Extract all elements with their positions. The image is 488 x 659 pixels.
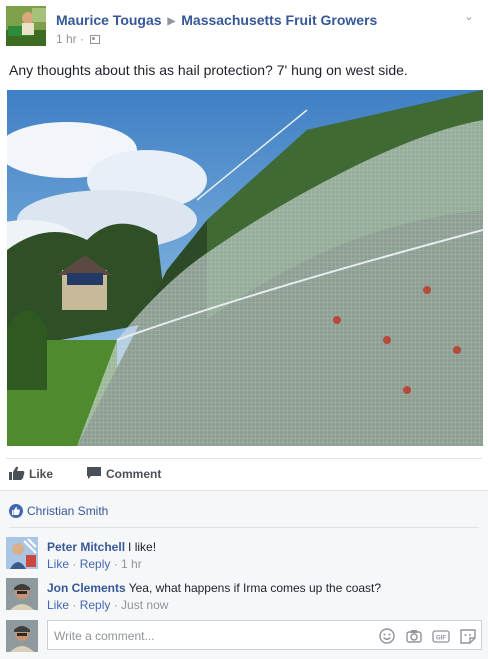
commenter-avatar[interactable]: [6, 537, 38, 569]
meta-separator: ·: [80, 32, 85, 46]
right-arrow-icon: ▶: [167, 16, 176, 27]
post-actions: Like Comment: [6, 458, 482, 488]
current-user-avatar: [6, 620, 38, 652]
comment-bubble-icon: [87, 467, 101, 479]
post-timestamp[interactable]: 1 hr: [56, 32, 77, 46]
comment-timestamp[interactable]: 1 hr: [121, 557, 142, 571]
audience-group-icon[interactable]: [90, 35, 101, 44]
comment-action-label: Comment: [106, 467, 162, 481]
comment-input-placeholder: Write a comment...: [54, 629, 155, 643]
post-meta: 1 hr ·: [56, 32, 101, 46]
comment-item: Peter Mitchell I like! Like · Reply · 1 h…: [6, 537, 482, 577]
post-author-line: Maurice Tougas ▶ Massachusetts Fruit Growe…: [56, 12, 377, 28]
post-header: Maurice Tougas ▶ Massachusetts Fruit Growe…: [6, 6, 482, 50]
post-message: Any thoughts about this as hail protecti…: [9, 62, 408, 78]
post-photo[interactable]: [7, 90, 483, 446]
comment-author-link[interactable]: Peter Mitchell: [47, 540, 125, 554]
comment-input[interactable]: Write a comment... GIF: [47, 620, 482, 650]
likes-names-link[interactable]: Christian Smith: [27, 504, 108, 518]
comment-item: Jon Clements Yea, what happens if Irma co…: [6, 578, 482, 618]
chevron-down-icon[interactable]: ⌄: [462, 10, 476, 23]
comment-author-link[interactable]: Jon Clements: [47, 581, 126, 595]
gif-icon[interactable]: GIF: [432, 627, 450, 645]
author-name-link[interactable]: Maurice Tougas: [56, 12, 162, 28]
like-action-label: Like: [29, 467, 54, 481]
comment-text: I like!: [128, 540, 157, 554]
comment-body: Jon Clements Yea, what happens if Irma co…: [47, 581, 381, 595]
comment-composer: Write a comment... GIF: [6, 620, 482, 652]
comment-body: Peter Mitchell I like!: [47, 540, 156, 554]
likes-summary: Christian Smith: [9, 502, 479, 528]
group-name-link[interactable]: Massachusetts Fruit Growers: [181, 12, 377, 28]
author-avatar[interactable]: [6, 6, 46, 46]
like-reaction-icon: [9, 504, 23, 518]
camera-icon[interactable]: [405, 627, 423, 645]
commenter-avatar[interactable]: [6, 578, 38, 610]
comment-reply-link[interactable]: Reply: [80, 598, 111, 612]
sticker-icon[interactable]: [459, 627, 477, 645]
comment-timestamp[interactable]: Just now: [121, 598, 168, 612]
comment-text: Yea, what happens if Irma comes up the c…: [128, 581, 382, 595]
comment-like-link[interactable]: Like: [47, 557, 69, 571]
comment-meta: Like · Reply · Just now: [47, 598, 169, 612]
feed-post: Maurice Tougas ▶ Massachusetts Fruit Growe…: [0, 0, 488, 659]
comment-meta: Like · Reply · 1 hr: [47, 557, 142, 571]
thumbs-up-icon: [9, 466, 25, 480]
emoji-icon[interactable]: [378, 627, 396, 645]
comment-like-link[interactable]: Like: [47, 598, 69, 612]
svg-text:GIF: GIF: [436, 636, 446, 642]
comment-reply-link[interactable]: Reply: [80, 557, 111, 571]
